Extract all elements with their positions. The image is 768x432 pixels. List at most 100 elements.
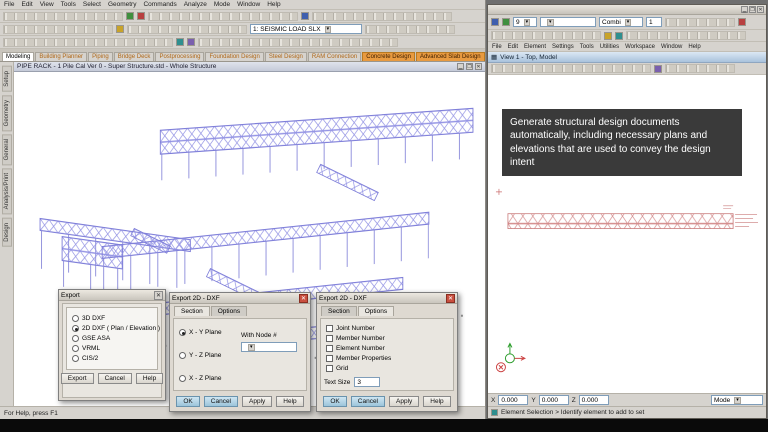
toolbar-row-3[interactable]	[488, 63, 766, 75]
close-icon[interactable]: ✕	[154, 291, 163, 300]
sidebar-tab-general[interactable]: General	[2, 134, 12, 165]
menu-workspace[interactable]: Workspace	[625, 44, 655, 50]
radio-icon[interactable]	[72, 325, 79, 332]
selection-mode-icon[interactable]	[491, 409, 498, 416]
view-caption-bar[interactable]: ▦ View 1 - Top, Model	[488, 52, 766, 63]
tab-section[interactable]: Section	[321, 306, 357, 316]
toolbar-icons[interactable]	[365, 25, 455, 34]
toolbar-icons[interactable]	[198, 38, 398, 47]
apply-button[interactable]: Apply	[242, 396, 272, 407]
toolbar-icon[interactable]	[615, 32, 623, 40]
close-icon[interactable]: ✕	[757, 6, 764, 13]
tab-building-planner[interactable]: Building Planner	[35, 52, 87, 61]
chevron-down-icon[interactable]: ▾	[325, 26, 332, 33]
tab-postprocessing[interactable]: Postprocessing	[155, 52, 204, 61]
radio-vrml[interactable]: VRML	[72, 345, 152, 352]
style-combo[interactable]: ▾	[540, 17, 596, 27]
menu-commands[interactable]: Commands	[143, 1, 176, 8]
apply-button[interactable]: Apply	[389, 396, 419, 407]
tab-foundation-design[interactable]: Foundation Design	[205, 52, 263, 61]
sidebar-tab-analysis-print[interactable]: Analysis/Print	[2, 168, 12, 214]
dialog-titlebar[interactable]: Export 2D - DXF ✕	[170, 293, 310, 304]
cancel-button[interactable]: Cancel	[204, 396, 238, 407]
tab-piping[interactable]: Piping	[88, 52, 113, 61]
menu-view[interactable]: View	[40, 1, 54, 8]
menu-tools[interactable]: Tools	[61, 1, 76, 8]
document-titlebar[interactable]: PIPE RACK - 1 Pile Cal Ver 0 - Super Str…	[14, 62, 485, 72]
cancel-button[interactable]: Cancel	[351, 396, 385, 407]
tab-advanced-slab-design[interactable]: Advanced Slab Design	[416, 52, 485, 61]
tab-concrete-design[interactable]: Concrete Design	[362, 52, 415, 61]
menu-edit[interactable]: Edit	[21, 1, 32, 8]
help-button[interactable]: Help	[136, 373, 163, 384]
menu-element[interactable]: Element	[524, 44, 546, 50]
close-icon[interactable]: ✕	[299, 294, 308, 303]
check-member-properties[interactable]: Member Properties	[326, 355, 448, 362]
toolbar-icon[interactable]	[116, 25, 124, 33]
toolbar-icons[interactable]	[3, 25, 113, 34]
toolbar-icons[interactable]	[127, 25, 247, 34]
with-node-combo[interactable]: ▾	[241, 342, 297, 352]
menu-help[interactable]: Help	[267, 1, 280, 8]
tab-steel-design[interactable]: Steel Design	[265, 52, 307, 61]
cancel-button[interactable]: Cancel	[98, 373, 132, 384]
radio-cis2[interactable]: CIS/2	[72, 355, 152, 362]
radio-2d-dxf[interactable]: 2D DXF ( Plan / Elevation )	[72, 325, 152, 332]
tab-ram-connection[interactable]: RAM Connection	[308, 52, 361, 61]
tab-options[interactable]: Options	[211, 306, 247, 316]
y-coordinate-field[interactable]: 0.000	[539, 395, 569, 405]
menu-geometry[interactable]: Geometry	[108, 1, 137, 8]
radio-xz-plane[interactable]: X - Z Plane	[179, 375, 235, 382]
radio-xy-plane[interactable]: X - Y Plane	[179, 329, 235, 336]
menu-settings[interactable]: Settings	[552, 44, 574, 50]
checkbox-icon[interactable]	[326, 335, 333, 342]
radio-gse-asa[interactable]: GSE ASA	[72, 335, 152, 342]
radio-icon[interactable]	[72, 315, 79, 322]
menu-tools[interactable]: Tools	[580, 44, 594, 50]
export-button[interactable]: Export	[61, 373, 94, 384]
help-button[interactable]: Help	[423, 396, 450, 407]
check-member-number[interactable]: Member Number	[326, 335, 448, 342]
minimize-icon[interactable]: ▁	[741, 6, 748, 13]
toolbar-icons[interactable]	[665, 64, 735, 73]
toolbar-icons[interactable]	[3, 12, 123, 21]
radio-icon[interactable]	[179, 375, 186, 382]
radio-icon[interactable]	[72, 355, 79, 362]
tab-modeling[interactable]: Modeling	[2, 52, 34, 61]
sidebar-tab-setup[interactable]: Setup	[2, 66, 12, 92]
toolbar-icon[interactable]	[187, 38, 195, 46]
combi-combo[interactable]: Combi▾	[599, 17, 643, 27]
radio-yz-plane[interactable]: Y - Z Plane	[179, 352, 235, 359]
chevron-down-icon[interactable]: ▾	[734, 397, 741, 404]
radio-icon[interactable]	[72, 335, 79, 342]
tab-bridge-deck[interactable]: Bridge Deck	[114, 52, 155, 61]
toolbar-icons[interactable]	[312, 12, 452, 21]
toolbar-row-2[interactable]: 1: SEISMIC LOAD SLX ▾	[0, 23, 485, 36]
ok-button[interactable]: OK	[323, 396, 346, 407]
radio-icon[interactable]	[72, 345, 79, 352]
spin-field[interactable]: 1	[646, 17, 662, 27]
toolbar-icons[interactable]	[626, 31, 746, 40]
help-button[interactable]: Help	[276, 396, 303, 407]
checkbox-icon[interactable]	[326, 355, 333, 362]
menu-file[interactable]: File	[492, 44, 502, 50]
toolbar-icons[interactable]	[148, 12, 298, 21]
toolbar-row-3[interactable]	[0, 36, 485, 49]
menu-window[interactable]: Window	[661, 44, 682, 50]
restore-icon[interactable]: ❐	[466, 63, 473, 70]
toolbar-icon[interactable]	[604, 32, 612, 40]
zoom-combo[interactable]: 9▾	[513, 17, 537, 27]
menu-select[interactable]: Select	[83, 1, 101, 8]
checkbox-icon[interactable]	[326, 325, 333, 332]
radio-3d-dxf[interactable]: 3D DXF	[72, 315, 152, 322]
toolbar-icon[interactable]	[301, 12, 309, 20]
toolbar-icon[interactable]	[176, 38, 184, 46]
toolbar-icon[interactable]	[738, 18, 746, 26]
sidebar-tab-design[interactable]: Design	[2, 218, 12, 247]
text-size-field[interactable]: 3	[354, 377, 380, 387]
menu-utilities[interactable]: Utilities	[600, 44, 619, 50]
sidebar-tab-geometry[interactable]: Geometry	[2, 95, 12, 131]
menu-file[interactable]: File	[4, 1, 14, 8]
radio-icon[interactable]	[179, 329, 186, 336]
toolbar-row-1[interactable]: 9▾ ▾ Combi▾ 1	[488, 15, 766, 30]
